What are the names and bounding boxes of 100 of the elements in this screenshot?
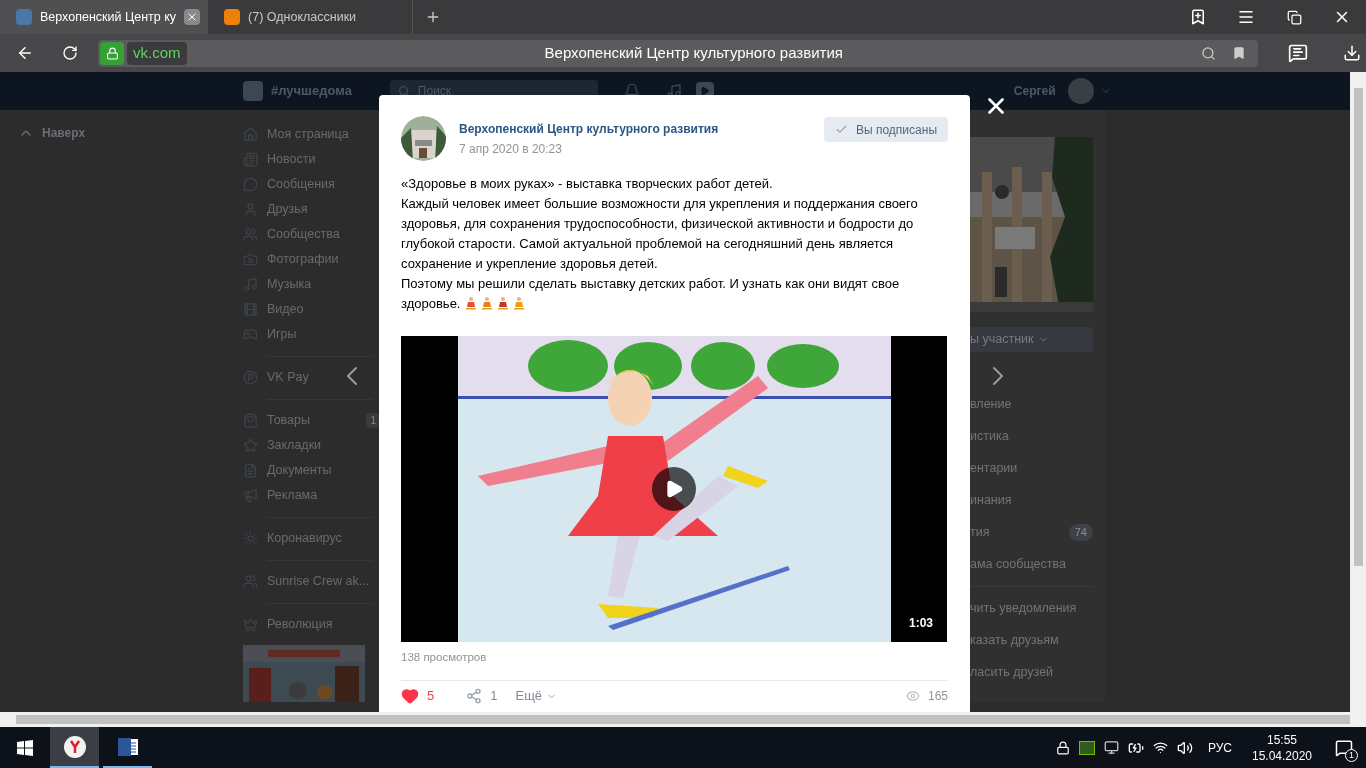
sport-figure-icon — [512, 296, 527, 310]
eye-icon — [905, 689, 920, 704]
share-icon — [466, 688, 483, 705]
counter-badge: 74 — [1068, 523, 1093, 541]
language-indicator[interactable]: РУС — [1207, 738, 1232, 757]
browser-logo-icon — [62, 734, 87, 759]
nav-link[interactable]: Новости — [267, 150, 316, 169]
play-icon — [664, 479, 684, 499]
play-button[interactable] — [652, 467, 696, 511]
restore-icon — [1286, 9, 1302, 25]
nav-link[interactable]: Игры — [267, 325, 297, 344]
nav-link[interactable]: Видео — [267, 300, 304, 319]
horizontal-scrollbar[interactable] — [0, 712, 1366, 727]
windows-logo-icon — [17, 739, 33, 756]
nav-link[interactable]: Моя страница — [267, 125, 349, 144]
nav-link[interactable]: Коронавирус — [267, 529, 342, 548]
page-title: Верхопенский Центр культурного развития — [543, 42, 844, 63]
menu-link[interactable]: ама сообщества — [970, 554, 1066, 574]
taskbar-app[interactable] — [50, 727, 99, 768]
tab-title: (7) Одноклассники — [248, 8, 358, 26]
people-icon — [243, 227, 258, 242]
people-icon — [243, 574, 258, 589]
subscribed-button[interactable]: Вы подписаны — [824, 117, 948, 142]
menu-link[interactable]: ласить друзей — [970, 662, 1054, 682]
document-icon — [243, 463, 258, 478]
views-count: 138 просмотров — [401, 650, 488, 665]
search-icon[interactable] — [1201, 45, 1216, 61]
notification-icon — [1335, 738, 1353, 757]
nav-link[interactable]: Sunrise Crew ak... — [267, 572, 370, 591]
newspaper-icon — [243, 152, 258, 167]
volume-icon[interactable] — [1176, 739, 1193, 756]
member-button[interactable]: ы участник — [970, 327, 1093, 352]
sport-figure-icon — [480, 296, 495, 310]
camera-icon — [243, 252, 258, 267]
bookmark-icon — [1189, 8, 1207, 26]
nav-link[interactable]: VK Pay — [267, 368, 309, 387]
menu-link[interactable]: вление — [970, 394, 1012, 414]
tab-favicon — [224, 9, 241, 25]
gamepad-icon — [243, 327, 258, 342]
nav-link[interactable]: Сообщения — [267, 175, 335, 194]
back-to-top-link[interactable]: Наверх — [18, 124, 243, 142]
browser-tab[interactable]: Верхопенский Центр ку — [0, 0, 209, 34]
hashtag-link[interactable]: #лучшедома — [271, 81, 352, 101]
wifi-icon[interactable] — [1152, 740, 1168, 755]
menu-link[interactable]: ентарии — [970, 458, 1018, 478]
back-to-top-text: Наверх — [42, 125, 86, 142]
author-link[interactable]: Верхопенский Центр культурного развития — [459, 120, 719, 138]
reload-icon — [62, 45, 78, 61]
menu-link[interactable]: чить уведомления — [970, 598, 1077, 618]
nav-link[interactable]: Фотографии — [267, 250, 339, 269]
menu-link[interactable]: истика — [970, 426, 1009, 446]
megaphone-icon — [243, 488, 258, 503]
secure-lock-icon — [100, 41, 124, 65]
more-button[interactable]: Ещё — [515, 687, 558, 706]
menu-link[interactable]: инания — [970, 490, 1012, 510]
vertical-scrollbar[interactable] — [1350, 72, 1366, 712]
circle-p-icon — [243, 370, 258, 385]
post-paragraph: Каждый человек имеет большие возможности для укрепления и поддержания своего здоровья, для сохранения трудоспособности, физической активности и бодрости до глубокой старости. Самой актуальной проблемой на сегодняшний день является сохранение и укрепление здоровья детей. — [401, 195, 919, 273]
shopping-bag-icon — [243, 413, 258, 428]
menu-link[interactable]: казать друзьям — [970, 630, 1059, 650]
share-button[interactable]: 1 — [466, 687, 498, 706]
bookmark-icon[interactable] — [1232, 46, 1246, 60]
heart-icon — [401, 687, 419, 706]
crown-icon — [243, 617, 258, 632]
star-icon — [243, 438, 258, 453]
notifications-button[interactable]: 1 — [1322, 727, 1366, 768]
sport-figure-icon — [496, 296, 511, 310]
nav-link[interactable]: Музыка — [267, 275, 312, 294]
post-paragraph: Поэтому мы решили сделать выставку детских работ. И узнать как они видят свое здоровье. — [401, 275, 901, 313]
lock-icon[interactable] — [1055, 740, 1070, 755]
tab-close-button[interactable] — [184, 9, 201, 25]
clock-time: 15:55 — [1267, 731, 1297, 748]
video-player[interactable]: 1:03 — [401, 336, 947, 642]
address-field[interactable]: vk.com Верхопенский Центр культурного развития — [98, 39, 1258, 67]
nav-link[interactable]: Сообщества — [267, 225, 340, 244]
counter-badge: 1 — [366, 413, 380, 428]
nav-link[interactable]: Друзья — [267, 200, 308, 219]
check-icon — [835, 123, 848, 136]
message-icon — [1288, 43, 1308, 63]
clock[interactable]: 15:55 15.04.2020 — [1242, 727, 1322, 768]
chat-bubble-icon — [243, 177, 258, 192]
person-icon — [243, 202, 258, 217]
notification-count: 1 — [1345, 749, 1358, 762]
menu-link[interactable]: тия — [970, 522, 990, 542]
nav-link[interactable]: Реклама — [267, 486, 318, 505]
tab-title: Верхопенский Центр ку — [40, 8, 177, 26]
film-icon — [243, 302, 258, 317]
tab-favicon — [16, 9, 32, 25]
sun-icon — [243, 531, 258, 546]
user-name[interactable]: Сергей — [1013, 82, 1056, 100]
nav-link[interactable]: Закладки — [267, 436, 322, 455]
like-button[interactable]: 5 — [401, 687, 435, 706]
view-counter: 165 — [905, 687, 948, 706]
download-icon — [1343, 44, 1361, 62]
nav-link[interactable]: Революция — [267, 615, 333, 634]
nav-link[interactable]: Товары — [267, 411, 310, 430]
nav-link[interactable]: Документы — [267, 461, 332, 480]
url-domain: vk.com — [127, 41, 187, 65]
monitor-icon[interactable] — [1103, 740, 1119, 755]
post-date: 7 апр 2020 в 20:23 — [459, 141, 563, 158]
